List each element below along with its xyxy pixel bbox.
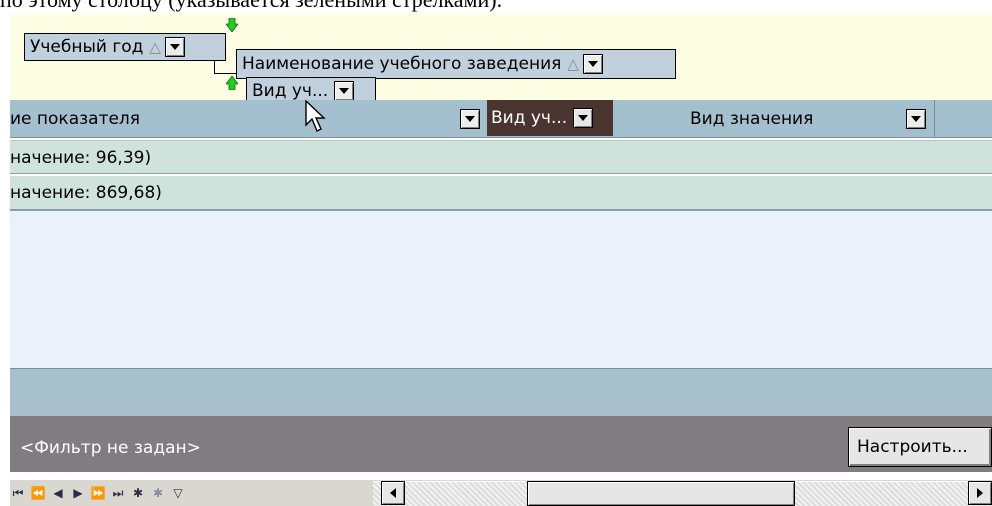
chevron-down-icon <box>578 115 589 121</box>
chevron-down-icon <box>339 88 350 94</box>
column-header-label: Вид уч... <box>491 108 568 128</box>
table-row[interactable]: начение: 96,39) <box>10 140 992 174</box>
group-chip-label: Вид уч... <box>252 81 329 101</box>
insert-record-disabled-icon: ✱ <box>152 486 164 500</box>
group-chip-label: Наименование учебного заведения <box>242 54 562 74</box>
group-chip-academic-year[interactable]: Учебный год △ <box>24 33 226 61</box>
chevron-down-icon <box>169 44 180 50</box>
filter-icon[interactable]: ▽ <box>170 484 186 502</box>
dropdown-button[interactable] <box>334 81 355 101</box>
scrollbar-thumb[interactable] <box>527 481 795 506</box>
prev-page-icon[interactable]: ⏪ <box>30 484 46 502</box>
next-page-icon[interactable]: ⏩ <box>90 484 106 502</box>
group-chip-institution-name[interactable]: Наименование учебного заведения △ <box>236 49 676 79</box>
row-cell-text: начение: 96,39) <box>10 148 152 168</box>
record-navigator: ⏮ ⏪ ◀ ▶ ⏩ ⏭ ✱ ✱ ▽ <box>10 482 186 504</box>
sort-ascending-icon: △ <box>567 55 579 73</box>
last-record-icon[interactable]: ⏭ <box>110 484 126 502</box>
column-header-dragged[interactable]: Вид уч... <box>487 100 613 136</box>
chevron-down-icon <box>587 61 598 67</box>
grid-empty-area <box>10 210 992 368</box>
chevron-down-icon <box>465 116 475 122</box>
arrow-left-icon <box>390 488 396 498</box>
dropdown-button[interactable] <box>164 37 185 57</box>
column-header-value-type[interactable]: Вид значения <box>690 100 813 138</box>
scroll-left-button[interactable] <box>381 481 405 505</box>
filter-status: <Фильтр не задан> <box>20 438 201 458</box>
column-divider <box>934 100 935 138</box>
group-connector <box>214 61 238 74</box>
sort-ascending-icon: △ <box>149 38 161 56</box>
setup-filter-button[interactable]: Настроить... <box>848 427 992 467</box>
green-up-arrow-icon <box>226 76 238 90</box>
document-caption: по этому столбцу (указывается зелеными с… <box>0 0 992 12</box>
first-record-icon[interactable]: ⏮ <box>10 484 26 502</box>
column-value-type-dropdown[interactable] <box>906 109 926 129</box>
arrow-right-icon <box>977 488 983 498</box>
dropdown-button[interactable] <box>582 54 603 74</box>
prev-record-icon[interactable]: ◀ <box>50 484 66 502</box>
grid-summary-row <box>10 368 992 416</box>
row-cell-text: начение: 869,68) <box>10 183 162 203</box>
table-row[interactable]: начение: 869,68) <box>10 176 992 210</box>
insert-record-icon[interactable]: ✱ <box>130 484 146 502</box>
column-indicator-dropdown[interactable] <box>460 109 480 129</box>
scroll-right-button[interactable] <box>968 481 992 505</box>
chevron-down-icon <box>911 116 921 122</box>
green-down-arrow-icon <box>226 18 238 32</box>
mouse-cursor-icon <box>305 100 326 132</box>
group-chip-label: Учебный год <box>30 37 144 57</box>
column-header-indicator[interactable]: ие показателя <box>10 100 140 138</box>
next-record-icon[interactable]: ▶ <box>70 484 86 502</box>
dropdown-button[interactable] <box>573 108 594 128</box>
